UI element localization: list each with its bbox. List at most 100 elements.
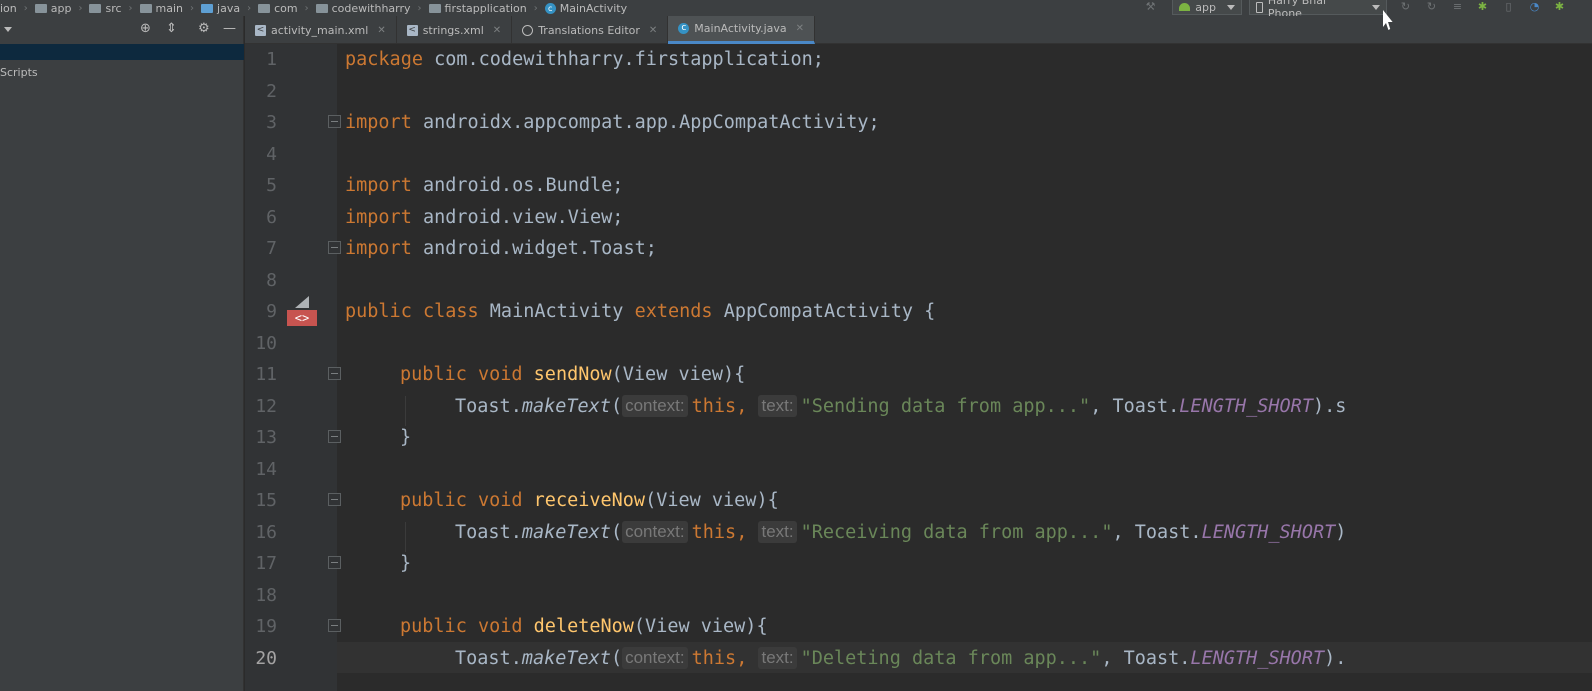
java-class-icon: c [678, 23, 690, 34]
fold-marker-icon[interactable] [328, 556, 341, 569]
breadcrumb-separator-icon: › [128, 2, 133, 14]
line-number: 5 [266, 175, 277, 196]
line-number: 18 [255, 584, 277, 606]
fold-marker-icon[interactable] [328, 430, 341, 443]
code-line-6: import android.view.View; [345, 206, 624, 228]
line-number: 8 [266, 269, 277, 291]
rerun-icon[interactable]: ↻ [1399, 1, 1412, 13]
parameter-hint: text: [758, 520, 797, 543]
code-line-16: Toast.makeText(context: this, text: "Recei… [455, 520, 1347, 543]
source-folder-icon [201, 3, 214, 13]
breadcrumb-item-com[interactable]: com [258, 2, 298, 15]
project-tree-item-scripts[interactable]: Scripts [0, 66, 38, 79]
close-icon[interactable]: ✕ [796, 23, 804, 34]
locate-file-icon[interactable]: ⊕ [140, 22, 151, 36]
code-line-3: import androidx.appcompat.app.AppCompatA… [345, 112, 880, 133]
code-line-19: public void deleteNow(View view){ [400, 616, 768, 637]
debug-bug-icon[interactable]: ✱ [1476, 1, 1489, 13]
project-panel-header: ⊕ ⇕ ⚙ — [0, 16, 243, 43]
line-number: 4 [266, 143, 277, 165]
sync-gradle-icon[interactable]: ✱ [1553, 1, 1566, 13]
build-hammer-icon[interactable]: ⚒ [1144, 1, 1157, 13]
fold-marker-icon[interactable] [328, 493, 341, 506]
tab-mainactivity-java[interactable]: c MainActivity.java ✕ [668, 16, 816, 44]
chevron-down-icon [1227, 4, 1235, 10]
package-folder-icon [428, 3, 441, 13]
navigation-bar: ion › app › src › main › java › com › co… [0, 0, 1592, 20]
breadcrumb-item-mainactivity[interactable]: c MainActivity [544, 2, 627, 15]
tab-activity-main-xml[interactable]: < activity_main.xml ✕ [245, 16, 397, 44]
breadcrumb-separator-icon: › [417, 2, 422, 14]
apply-changes-icon[interactable]: ↻ [1425, 1, 1438, 13]
line-number: 17 [255, 553, 277, 574]
close-icon[interactable]: ✕ [649, 25, 657, 36]
code-line-20: Toast.makeText(context: this, text: "Delet… [455, 646, 1347, 669]
project-panel: ⊕ ⇕ ⚙ — Scripts [0, 16, 244, 691]
run-configuration-dropdown[interactable]: app [1172, 0, 1242, 15]
breadcrumb-separator-icon: › [247, 2, 252, 14]
fold-marker-icon[interactable] [328, 619, 341, 632]
folder-icon [89, 3, 102, 13]
parameter-hint: context: [622, 520, 688, 543]
line-number-current: 20 [255, 647, 277, 669]
phone-icon [1256, 1, 1263, 13]
profiler-icon[interactable]: ◔ [1528, 1, 1541, 13]
fold-marker-icon[interactable] [328, 367, 341, 380]
code-line-1: package com.codewithharry.firstapplicati… [345, 49, 824, 70]
code-line-13: } [400, 427, 412, 448]
line-number: 1 [266, 49, 277, 70]
xml-file-icon: < [255, 24, 266, 36]
close-icon[interactable]: ✕ [493, 25, 501, 36]
android-icon [1179, 3, 1191, 11]
parameter-hint: text: [758, 646, 797, 669]
breadcrumb-item-main[interactable]: main [139, 2, 183, 15]
breadcrumb-item-codewithharry[interactable]: codewithharry [315, 2, 411, 15]
tab-strings-xml[interactable]: < strings.xml ✕ [397, 16, 513, 44]
collapse-all-icon[interactable]: ⇕ [166, 22, 177, 36]
code-line-12: Toast.makeText(context: this, text: "Sendi… [455, 394, 1347, 417]
editor-gutter: 1 2 3 4 5 6 7 8 9 10 11 12 13 14 15 16 1… [245, 44, 341, 691]
gear-icon[interactable]: ⚙ [198, 22, 210, 36]
line-number: 14 [255, 458, 277, 480]
fold-marker-icon[interactable] [328, 241, 341, 254]
tab-translations-editor[interactable]: Translations Editor ✕ [512, 16, 669, 44]
xml-file-icon: < [406, 24, 418, 36]
code-editor[interactable]: 1 2 3 4 5 6 7 8 9 10 11 12 13 14 15 16 1… [245, 44, 1592, 691]
code-line-7: import android.widget.Toast; [345, 238, 657, 259]
class-icon: c [544, 2, 556, 14]
minimize-icon[interactable]: — [223, 22, 236, 36]
code-line-9: public class MainActivity extends AppCom… [345, 301, 936, 322]
code-line-5: import android.os.Bundle; [345, 175, 624, 196]
breadcrumb-separator-icon: › [533, 2, 538, 14]
project-tree-selected-row[interactable] [0, 44, 244, 60]
module-folder-icon [34, 3, 47, 13]
close-icon[interactable]: ✕ [377, 25, 385, 36]
breadcrumb-item-app[interactable]: app [34, 2, 71, 15]
breadcrumb-item-ion[interactable]: ion [0, 2, 17, 15]
attach-debugger-icon[interactable]: ▯ [1502, 1, 1515, 13]
breadcrumb-separator-icon: › [304, 2, 309, 14]
folder-icon [139, 3, 152, 13]
line-number: 7 [266, 238, 277, 259]
line-number: 6 [266, 206, 277, 228]
globe-icon [522, 24, 534, 36]
parameter-hint: context: [622, 646, 688, 669]
code-line-15: public void receiveNow(View view){ [400, 490, 779, 511]
breadcrumb-item-firstapplication[interactable]: firstapplication [428, 2, 527, 15]
view-dropdown-chevron-icon[interactable] [4, 27, 12, 32]
line-number: 9 [266, 301, 277, 322]
related-xml-layout-icon[interactable]: <> [287, 296, 317, 326]
line-number: 2 [266, 80, 277, 102]
line-number: 11 [255, 364, 277, 385]
fold-marker-icon[interactable] [328, 115, 341, 128]
apply-code-changes-icon[interactable]: ≡ [1451, 1, 1464, 13]
breadcrumb-item-src[interactable]: src [89, 2, 122, 15]
line-number: 16 [255, 521, 277, 543]
line-number: 19 [255, 616, 277, 637]
breadcrumb-item-java[interactable]: java [201, 2, 240, 15]
breadcrumb-separator-icon: › [78, 2, 83, 14]
line-number: 3 [266, 112, 277, 133]
breadcrumb-separator-icon: › [23, 2, 28, 14]
package-folder-icon [315, 3, 328, 13]
device-selector-dropdown[interactable]: Harry Bhai Phone [1249, 0, 1387, 20]
